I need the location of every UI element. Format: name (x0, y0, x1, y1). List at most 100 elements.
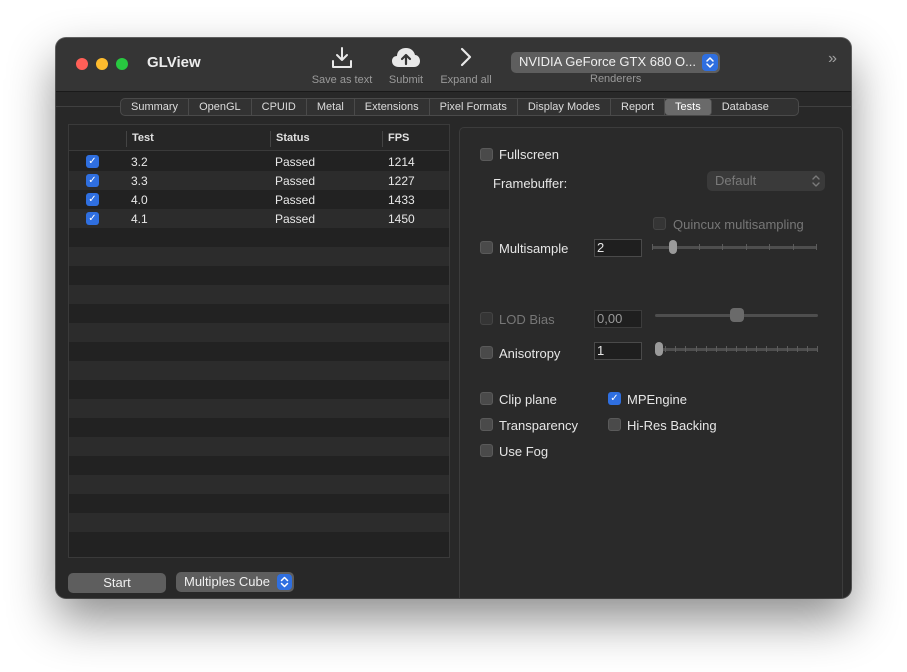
slider-tick (736, 346, 737, 352)
close-window-button[interactable] (76, 58, 88, 70)
row-checkbox[interactable]: ✓ (86, 212, 99, 225)
toolbar: GLView Save as text Submit Expand all NV… (56, 38, 851, 92)
transparency-checkbox[interactable] (480, 418, 493, 431)
slider-tick (787, 346, 788, 352)
multisample-checkbox[interactable] (480, 241, 493, 254)
table-row[interactable]: ✓ 3.2 Passed 1214 (69, 152, 449, 171)
updown-chevron-icon (277, 574, 292, 590)
slider-tick (675, 346, 676, 352)
tab-summary[interactable]: Summary (121, 99, 190, 115)
tab-extensions[interactable]: Extensions (355, 99, 430, 115)
tab-report[interactable]: Report (611, 99, 666, 115)
lod-bias-label: LOD Bias (499, 312, 555, 327)
framebuffer-label: Framebuffer: (493, 176, 568, 191)
empty-row (69, 456, 449, 475)
table-header: Test Status FPS (69, 125, 449, 151)
lod-bias-slider[interactable] (655, 308, 818, 330)
updown-chevron-icon (812, 175, 820, 187)
slider-tick (699, 244, 700, 250)
empty-row (69, 513, 449, 532)
transparency-label: Transparency (499, 418, 578, 433)
submit-label: Submit (388, 74, 424, 86)
cell-status: Passed (275, 212, 316, 226)
cell-fps: 1433 (388, 193, 415, 207)
use-fog-label: Use Fog (499, 444, 549, 459)
tab-cpuid[interactable]: CPUID (252, 99, 307, 115)
column-header-fps[interactable]: FPS (382, 131, 449, 147)
slider-tick (777, 346, 778, 352)
anisotropy-field[interactable]: 1 (594, 342, 642, 360)
slider-tick (793, 244, 794, 250)
slider-tick (766, 346, 767, 352)
renderer-value: NVIDIA GeForce GTX 680 O... (519, 54, 697, 69)
download-icon (332, 47, 352, 68)
anisotropy-checkbox[interactable] (480, 346, 493, 359)
column-header-status[interactable]: Status (270, 131, 382, 147)
cell-test: 3.3 (131, 174, 148, 188)
slider-tick (746, 346, 747, 352)
slider-tick (817, 346, 818, 352)
row-checkbox[interactable]: ✓ (86, 155, 99, 168)
tab-database[interactable]: Database (712, 99, 779, 115)
renderer-select[interactable]: NVIDIA GeForce GTX 680 O... (511, 52, 720, 73)
renderers-label: Renderers (590, 73, 642, 85)
tab-metal[interactable]: Metal (307, 99, 355, 115)
anisotropy-slider[interactable] (655, 342, 818, 364)
slider-tick (665, 346, 666, 352)
tab-bar: Summary OpenGL CPUID Metal Extensions Pixel F… (120, 98, 799, 116)
multisample-field[interactable]: 2 (594, 239, 642, 257)
lod-bias-field[interactable]: 0,00 (594, 310, 642, 328)
row-checkbox[interactable]: ✓ (86, 174, 99, 187)
empty-row (69, 418, 449, 437)
empty-row (69, 304, 449, 323)
slider-tick (696, 346, 697, 352)
cell-fps: 1450 (388, 212, 415, 226)
mpengine-checkbox[interactable]: ✓ (608, 392, 621, 405)
fullscreen-label: Fullscreen (499, 147, 559, 162)
empty-row (69, 494, 449, 513)
start-button[interactable]: Start (68, 573, 166, 593)
save-as-text-button[interactable]: Save as text (310, 46, 374, 86)
test-type-select[interactable]: Multiples Cube (176, 572, 294, 592)
tab-tests[interactable]: Tests (665, 99, 712, 115)
tab-pixel-formats[interactable]: Pixel Formats (430, 99, 518, 115)
lod-bias-checkbox[interactable] (480, 312, 493, 325)
empty-row (69, 285, 449, 304)
window-title: GLView (147, 54, 201, 71)
hi-res-backing-checkbox[interactable] (608, 418, 621, 431)
empty-row (69, 247, 449, 266)
table-row[interactable]: ✓ 4.0 Passed 1433 (69, 190, 449, 209)
tab-display-modes[interactable]: Display Modes (518, 99, 611, 115)
use-fog-checkbox[interactable] (480, 444, 493, 457)
toolbar-overflow-icon[interactable]: » (828, 50, 837, 68)
zoom-window-button[interactable] (116, 58, 128, 70)
quincux-checkbox[interactable] (653, 217, 666, 230)
slider-tick (706, 346, 707, 352)
table-row[interactable]: ✓ 4.1 Passed 1450 (69, 209, 449, 228)
slider-tick (756, 346, 757, 352)
empty-row (69, 228, 449, 247)
framebuffer-select[interactable]: Default (707, 171, 825, 191)
tab-opengl[interactable]: OpenGL (189, 99, 252, 115)
empty-row (69, 361, 449, 380)
clip-plane-checkbox[interactable] (480, 392, 493, 405)
empty-row (69, 323, 449, 342)
fullscreen-checkbox[interactable] (480, 148, 493, 161)
slider-tick (716, 346, 717, 352)
slider-knob[interactable] (655, 342, 663, 356)
slider-tick (797, 346, 798, 352)
tests-table[interactable]: Test Status FPS ✓ 3.2 Passed 1214 ✓ 3.3 Passed… (68, 124, 450, 558)
empty-row (69, 380, 449, 399)
expand-all-button[interactable]: Expand all (437, 46, 495, 86)
minimize-window-button[interactable] (96, 58, 108, 70)
slider-knob[interactable] (730, 308, 744, 322)
multisample-label: Multisample (499, 241, 569, 256)
row-checkbox[interactable]: ✓ (86, 193, 99, 206)
submit-button[interactable]: Submit (386, 46, 426, 86)
slider-knob[interactable] (669, 240, 677, 254)
column-header-test[interactable]: Test (126, 131, 270, 147)
table-row[interactable]: ✓ 3.3 Passed 1227 (69, 171, 449, 190)
test-settings-panel: Fullscreen Framebuffer: Default Quincux … (459, 127, 843, 598)
multisample-slider[interactable] (652, 240, 817, 262)
main-window: GLView Save as text Submit Expand all NV… (56, 38, 851, 598)
